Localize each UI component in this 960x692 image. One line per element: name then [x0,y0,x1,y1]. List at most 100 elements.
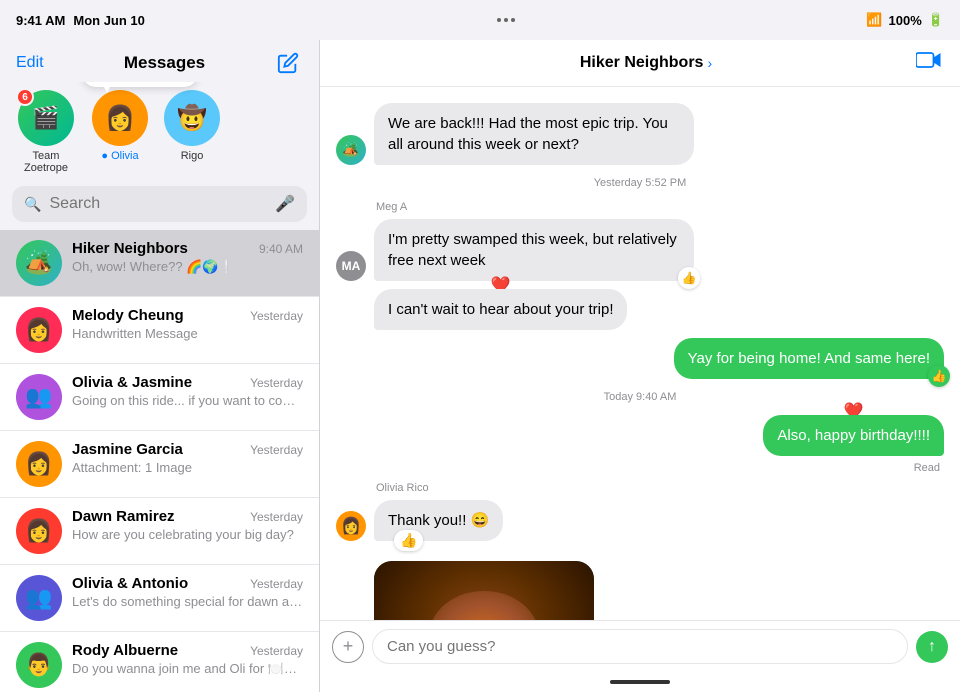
image-bubble [374,561,594,620]
msg-avatar-1: 🏕️ [336,135,366,165]
rigo-avatar-emoji: 🤠 [177,104,207,133]
conv-preview-rody-albuerne: Do you wanna join me and Oli for 🍽️☕️🥐 b… [72,661,303,677]
conv-content-dawn-ramirez: Dawn Ramirez Yesterday How are you celeb… [72,508,303,542]
contact-name-olivia: ● Olivia [101,150,138,162]
bubble-3: I can't wait to hear about your trip! [374,289,627,330]
bubble-4: Yay for being home! And same here! [674,338,944,379]
bubble-text-1: We are back!!! Had the most epic trip. Y… [388,115,668,153]
dots-indicator [497,18,515,22]
conv-content-rody-albuerne: Rody Albuerne Yesterday Do you wanna joi… [72,642,303,677]
read-status: Read [336,462,940,474]
bubble-1: We are back!!! Had the most epic trip. Y… [374,103,694,165]
conv-item-jasmine-garcia[interactable]: 👩 Jasmine Garcia Yesterday Attachment: 1… [0,431,319,498]
chat-panel: Hiker Neighbors › 🏕️ We are back!!! Had … [320,40,960,692]
wifi-icon: 📶 [866,12,882,28]
conv-content-jasmine-garcia: Jasmine Garcia Yesterday Attachment: 1 I… [72,441,303,475]
sender-name-meg-a: Meg A [376,201,944,213]
status-time: 9:41 AM [16,13,65,28]
msg-row-5: ❤️ Also, happy birthday!!!! [336,415,944,456]
conv-preview-jasmine-garcia: Attachment: 1 Image [72,460,303,475]
conv-preview-melody-cheung: Handwritten Message [72,326,303,341]
conv-content-melody-cheung: Melody Cheung Yesterday Handwritten Mess… [72,307,303,341]
conv-avatar-rody-albuerne: 👨 [16,642,62,688]
conv-item-hiker-neighbors[interactable]: 🏕️ Hiker Neighbors 9:40 AM Oh, wow! Wher… [0,230,319,297]
msg-group-4: ❤️ Also, happy birthday!!!! Read [336,415,944,474]
conv-name-jasmine-garcia: Jasmine Garcia [72,441,183,458]
conv-name-hiker-neighbors: Hiker Neighbors [72,240,188,257]
team-zoetrope-avatar-emoji: 🎬 [32,105,59,131]
bubble-6-wrap: Thank you!! 😄 👍 [374,500,503,541]
conv-item-olivia-antonio[interactable]: 👥 Olivia & Antonio Yesterday Let's do so… [0,565,319,632]
recent-contact-olivia[interactable]: 🎉🌞 What a lovelyday, sunshine! 👩 ● Olivi… [92,90,148,174]
send-button[interactable]: ↑ [916,631,948,663]
bubble-text-3: I can't wait to hear about your trip! [388,301,613,318]
msg-row-2: MA I'm pretty swamped this week, but rel… [336,219,944,281]
sidebar-header: Edit Messages [0,40,319,82]
status-bar-center [497,18,515,22]
conv-name-olivia-antonio: Olivia & Antonio [72,575,188,592]
search-bar[interactable]: 🔍 🎤 [12,186,307,222]
chat-header: Hiker Neighbors › [320,40,960,87]
conv-avatar-olivia-jasmine: 👥 [16,374,62,420]
conv-avatar-olivia-antonio: 👥 [16,575,62,621]
conv-item-olivia-jasmine[interactable]: 👥 Olivia & Jasmine Yesterday Going on th… [0,364,319,431]
conv-item-melody-cheung[interactable]: 👩 Melody Cheung Yesterday Handwritten Me… [0,297,319,364]
conv-content-olivia-jasmine: Olivia & Jasmine Yesterday Going on this… [72,374,303,408]
home-indicator [610,680,670,684]
chat-title-wrap[interactable]: Hiker Neighbors › [580,54,712,72]
compose-button[interactable] [273,48,303,78]
olivia-speech-bubble: 🎉🌞 What a lovelyday, sunshine! [82,82,198,87]
conv-time-melody-cheung: Yesterday [250,309,303,323]
conv-time-olivia-antonio: Yesterday [250,577,303,591]
video-call-button[interactable] [916,50,944,76]
bubble-2: I'm pretty swamped this week, but relati… [374,219,694,281]
message-input[interactable] [372,629,908,664]
messages-area: 🏕️ We are back!!! Had the most epic trip… [320,87,960,620]
bottom-bar [320,672,960,692]
msg-row-6: 👩 Thank you!! 😄 👍 [336,500,944,541]
msg-group-1: 🏕️ We are back!!! Had the most epic trip… [336,103,944,165]
contact-name-team-zoetrope: Team Zoetrope [16,150,76,174]
input-bar: + ↑ [320,620,960,672]
bubble-text-6: Thank you!! 😄 [388,512,489,529]
conv-avatar-melody-cheung: 👩 [16,307,62,353]
conversation-list: 🏕️ Hiker Neighbors 9:40 AM Oh, wow! Wher… [0,230,319,692]
timestamp-1: Yesterday 5:52 PM [336,177,944,189]
sidebar: Edit Messages 🎬 6 Team Zoetrope � [0,40,320,692]
conv-name-melody-cheung: Melody Cheung [72,307,184,324]
search-icon: 🔍 [24,196,41,213]
msg-avatar-6: 👩 [336,511,366,541]
bubble-4-wrap: Yay for being home! And same here! 👍 [674,338,944,379]
app-container: Edit Messages 🎬 6 Team Zoetrope � [0,40,960,692]
search-input[interactable] [49,195,267,213]
conv-name-rody-albuerne: Rody Albuerne [72,642,178,659]
recent-contact-rigo[interactable]: 🤠 Rigo [164,90,220,174]
bubble-text-2: I'm pretty swamped this week, but relati… [388,231,677,269]
msg-row-7: 👩 [336,561,944,620]
like-reaction-1: 👍 [678,267,700,289]
conv-item-rody-albuerne[interactable]: 👨 Rody Albuerne Yesterday Do you wanna j… [0,632,319,692]
msg-group-3: Yay for being home! And same here! 👍 [336,338,944,379]
bubble-3-wrap: ❤️ I can't wait to hear about your trip! [374,289,627,330]
chat-title: Hiker Neighbors [580,54,704,72]
unread-badge-team-zoetrope: 6 [16,88,34,106]
conv-time-rody-albuerne: Yesterday [250,644,303,658]
battery-level: 100% [889,13,922,28]
recent-contacts: 🎬 6 Team Zoetrope 🎉🌞 What a lovelyday, s… [0,82,319,182]
recent-contact-team-zoetrope[interactable]: 🎬 6 Team Zoetrope [16,90,76,174]
chat-chevron-icon: › [707,55,712,71]
bubble-text-4: Yay for being home! And same here! [688,350,930,367]
status-day: Mon Jun 10 [73,13,145,28]
status-bar-left: 9:41 AM Mon Jun 10 [16,13,145,28]
msg-group-5: Olivia Rico 👩 Thank you!! 😄 👍 👩 [336,482,944,620]
bubble-5: Also, happy birthday!!!! [763,415,944,456]
edit-button[interactable]: Edit [16,54,56,72]
conv-time-olivia-jasmine: Yesterday [250,376,303,390]
conv-content-hiker-neighbors: Hiker Neighbors 9:40 AM Oh, wow! Where??… [72,240,303,275]
conv-preview-hiker-neighbors: Oh, wow! Where?? 🌈🌍❕ [72,259,303,275]
sidebar-title: Messages [56,53,273,73]
thumbs-up-reaction: 👍 [394,530,423,551]
mic-icon[interactable]: 🎤 [275,194,295,214]
add-button[interactable]: + [332,631,364,663]
conv-item-dawn-ramirez[interactable]: 👩 Dawn Ramirez Yesterday How are you cel… [0,498,319,565]
